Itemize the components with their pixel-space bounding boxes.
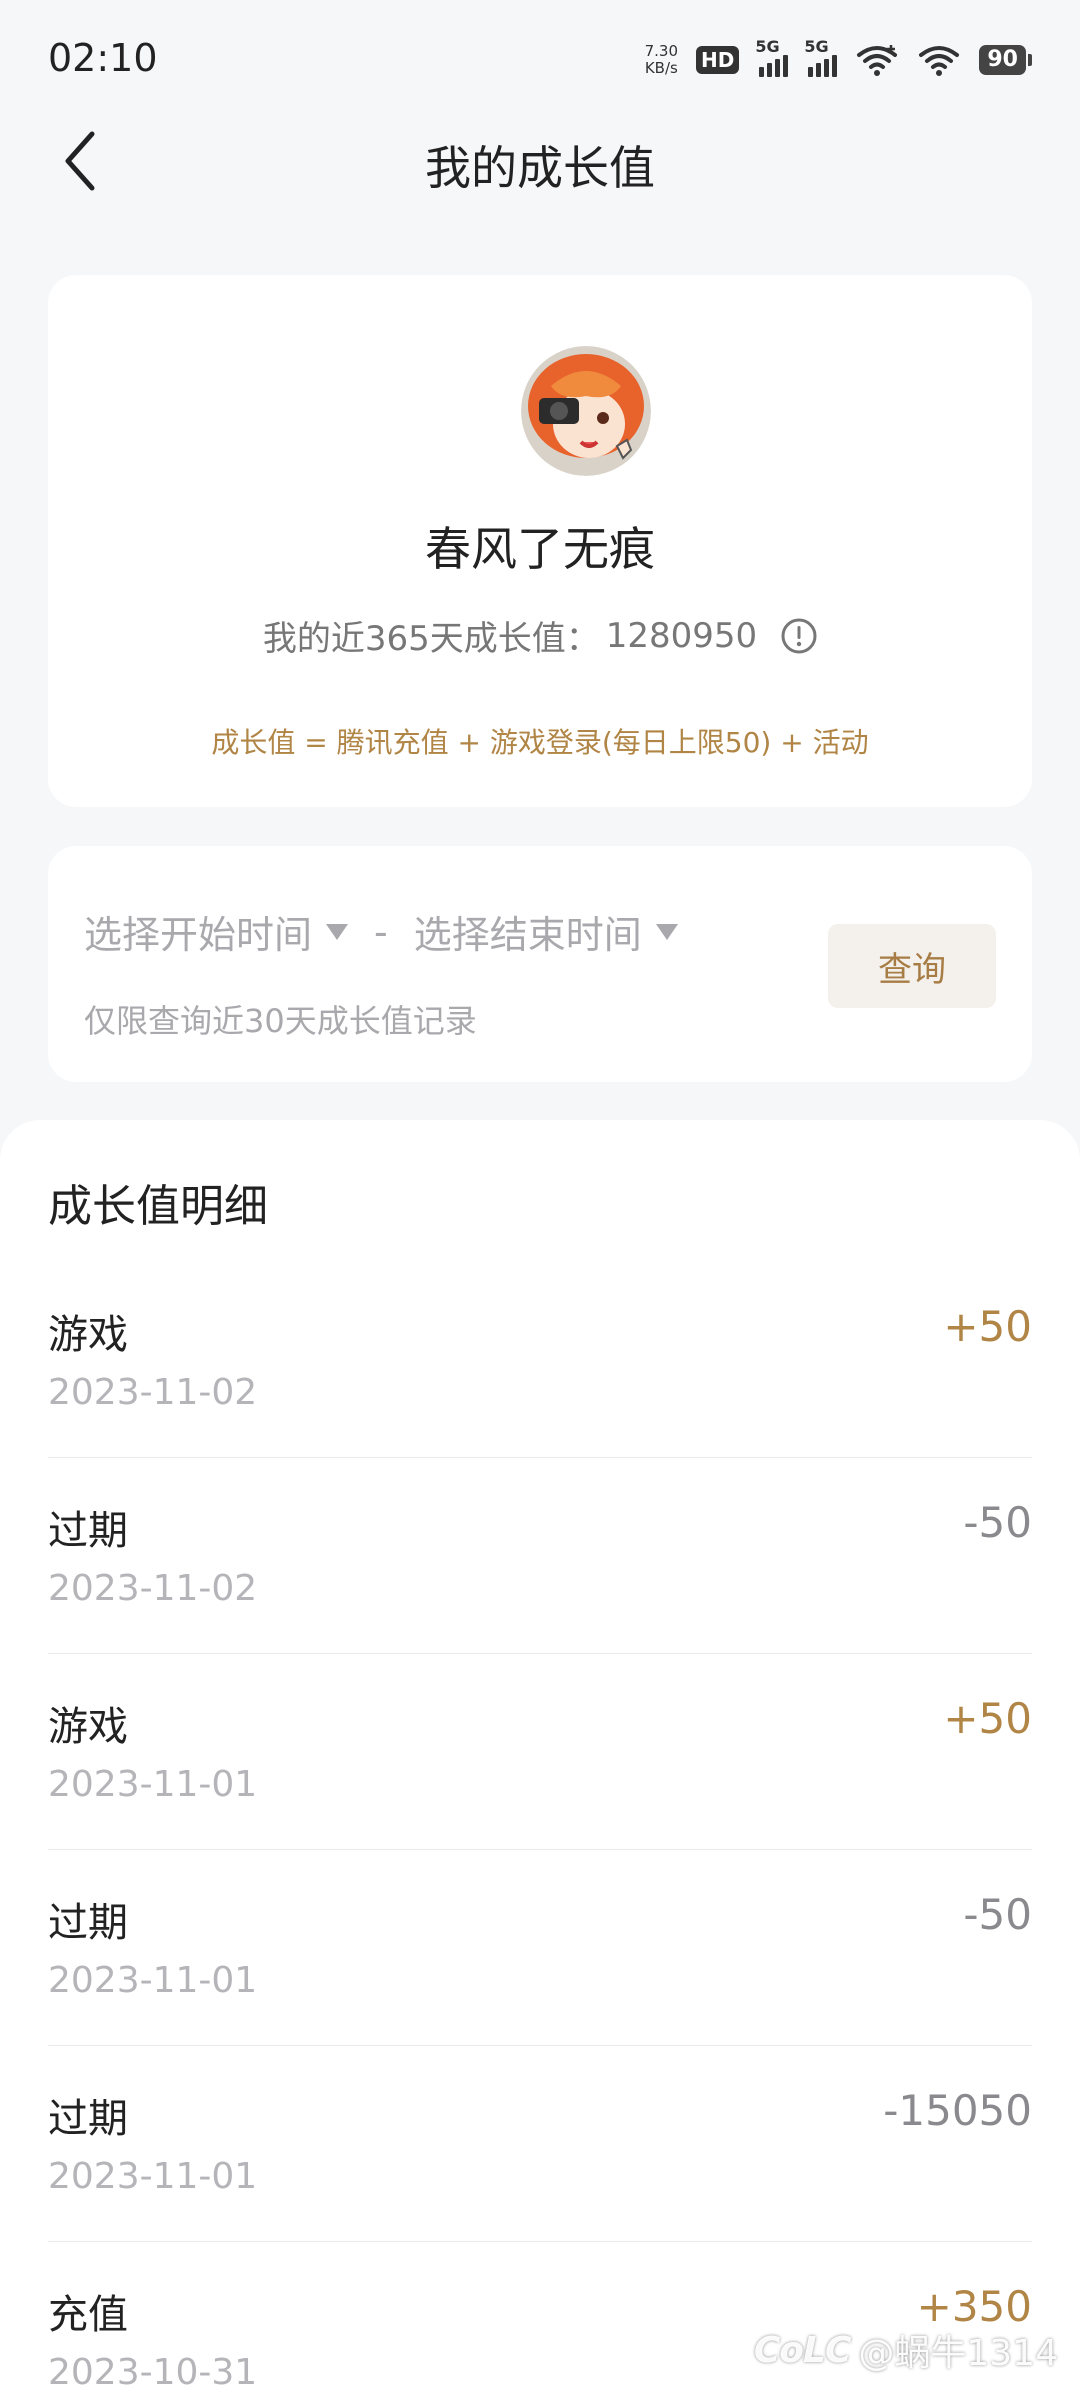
- record-date: 2023-10-31: [48, 2352, 258, 2393]
- watermark-logo: CoLC: [753, 2329, 852, 2371]
- watermark-text: @蜗牛1314: [858, 2333, 1058, 2374]
- record-type: 游戏: [48, 1312, 128, 1358]
- date-range-row: 选择开始时间 - 选择结束时间: [84, 904, 678, 959]
- growth-detail-sheet: 成长值明细 游戏 2023-11-02 +50 过期 2023-11-02 -50 游戏 20…: [0, 1120, 1080, 2400]
- status-icons: 7.30 KB/s HD 5G 5G 90: [645, 37, 1032, 82]
- date-range-separator: -: [374, 909, 388, 954]
- record-amount: +50: [943, 1302, 1032, 1351]
- sim1-network-tag: 5G: [755, 37, 780, 56]
- growth-value-screen: 02:10 7.30 KB/s HD 5G 5G 90 我的成长值 春风了无痕 …: [0, 0, 1080, 2400]
- record-date: 2023-11-01: [48, 1960, 258, 2001]
- record-date: 2023-11-01: [48, 1764, 258, 1805]
- profile-card: 春风了无痕 我的近365天成长值： 1280950 成长值 = 腾讯充值 + 游…: [48, 275, 1032, 807]
- record-date: 2023-11-02: [48, 1372, 258, 1413]
- start-date-placeholder: 选择开始时间: [84, 913, 313, 957]
- list-item: 过期 2023-11-01 -50: [48, 1850, 1032, 2046]
- info-icon[interactable]: [781, 618, 817, 654]
- signal-sim2-icon: 5G: [804, 37, 838, 77]
- watermark: CoLC @蜗牛1314: [754, 2324, 1058, 2376]
- record-date: 2023-11-01: [48, 2156, 258, 2197]
- avatar-image: [521, 346, 651, 476]
- growth-label: 我的近365天成长值：: [262, 619, 600, 659]
- query-card: 选择开始时间 - 选择结束时间 仅限查询近30天成长值记录 查询: [48, 846, 1032, 1082]
- growth-formula: 成长值 = 腾讯充值 + 游戏登录(每日上限50) + 活动: [211, 726, 869, 759]
- detail-title: 成长值明细: [48, 1181, 268, 1232]
- record-type: 充值: [48, 2292, 128, 2338]
- network-speed-value: 7.30: [644, 42, 679, 60]
- list-item: 游戏 2023-11-02 +50: [48, 1262, 1032, 1458]
- caret-down-icon: [326, 923, 349, 940]
- record-type: 游戏: [48, 1704, 128, 1750]
- record-type: 过期: [48, 2096, 128, 2142]
- avatar[interactable]: [521, 346, 651, 476]
- list-item: 过期 2023-11-02 -50: [48, 1458, 1032, 1654]
- query-hint: 仅限查询近30天成长值记录: [84, 1002, 477, 1040]
- record-amount: -50: [963, 1498, 1032, 1547]
- nickname: 春风了无痕: [425, 522, 655, 576]
- page-title: 我的成长值: [425, 141, 655, 195]
- signal-sim1-icon: 5G: [755, 37, 789, 77]
- end-date-picker[interactable]: 选择结束时间: [414, 904, 678, 959]
- growth-value: 1280950: [605, 615, 758, 656]
- sim2-network-tag: 5G: [804, 37, 829, 56]
- record-type: 过期: [48, 1508, 128, 1554]
- record-date: 2023-11-02: [48, 1568, 258, 1609]
- record-amount: -50: [963, 1890, 1032, 1939]
- detail-list: 游戏 2023-11-02 +50 过期 2023-11-02 -50 游戏 2023-11-…: [48, 1262, 1032, 2400]
- status-bar: 02:10 7.30 KB/s HD 5G 5G 90: [0, 0, 1080, 120]
- record-type: 过期: [48, 1900, 128, 1946]
- network-speed: 7.30 KB/s: [645, 43, 678, 77]
- battery-icon: 90: [979, 45, 1032, 75]
- query-button[interactable]: 查询: [828, 924, 996, 1008]
- hd-voice-icon: HD: [696, 46, 740, 74]
- start-date-picker[interactable]: 选择开始时间: [84, 904, 349, 959]
- end-date-placeholder: 选择结束时间: [413, 913, 642, 957]
- list-item: 过期 2023-11-01 -15050: [48, 2046, 1032, 2242]
- record-amount: +50: [943, 1694, 1032, 1743]
- wifi-icon: [919, 46, 960, 76]
- list-item: 游戏 2023-11-01 +50: [48, 1654, 1032, 1850]
- battery-level: 90: [979, 45, 1026, 75]
- record-amount: -15050: [883, 2086, 1032, 2135]
- status-time: 02:10: [48, 36, 158, 80]
- list-item: 充值 2023-10-31 +350: [48, 2242, 1032, 2400]
- caret-down-icon: [655, 923, 678, 940]
- wifi-plus-icon: [857, 45, 898, 76]
- growth-summary: 我的近365天成长值： 1280950: [48, 611, 1032, 660]
- network-speed-unit: KB/s: [644, 59, 678, 77]
